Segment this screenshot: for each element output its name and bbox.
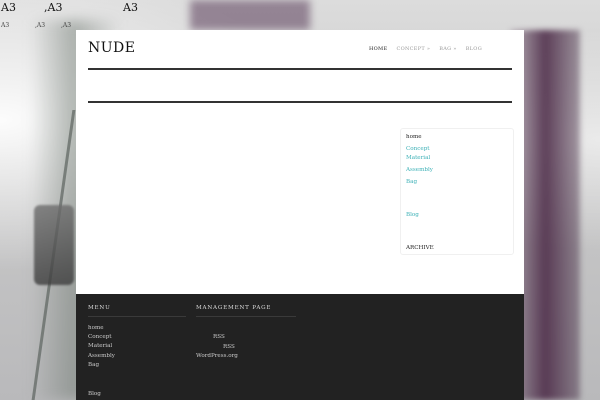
nav-bag[interactable]: BAG » [439,46,456,52]
footer-management-divider [196,316,296,317]
sidebar-widget: home Concept Material Assembly Bag Blog … [400,128,514,255]
nav-blog[interactable]: BLOG [466,46,482,52]
sidebar-link-material[interactable]: Material [406,155,430,161]
footer-menu-assembly[interactable]: Assembly [88,353,115,359]
footer-menu-divider [88,316,186,317]
footer-menu-bag[interactable]: Bag [88,362,99,368]
background-purple-top [190,0,310,30]
nav-concept[interactable]: CONCEPT » [396,46,430,52]
footer-rss-link-2[interactable]: RSS [223,344,235,350]
background-clip [34,205,74,285]
sidebar-link-assembly[interactable]: Assembly [406,167,433,173]
footer-wordpress-link[interactable]: WordPress.org [196,353,238,359]
stray-text-1: A3 [1,1,16,14]
site-logo[interactable]: NUDE [88,40,136,56]
sidebar-link-concept[interactable]: Concept [406,146,430,152]
main-nav: HOME CONCEPT » BAG » BLOG [369,46,482,52]
footer-menu-home[interactable]: home [88,325,104,331]
footer-menu-material[interactable]: Material [88,343,112,349]
stray-text-2: ,A3 [44,1,63,14]
header-rule-bottom [88,101,512,103]
footer-rss-link-1[interactable]: RSS [213,334,225,340]
sidebar-heading: home [406,134,422,140]
footer-menu-title: MENU [88,305,111,311]
footer-management-title: MANAGEMENT PAGE [196,305,272,311]
stray-small-2: ,A3 [35,22,46,29]
sidebar-archive-heading: ARCHIVE [406,245,434,251]
stray-text-3: A3 [123,1,138,14]
footer-menu-blog[interactable]: Blog [88,391,101,397]
sidebar-link-bag[interactable]: Bag [406,179,417,185]
header-rule-top [88,68,512,70]
footer-menu-concept[interactable]: Concept [88,334,112,340]
sidebar-link-blog[interactable]: Blog [406,212,419,218]
page-container: NUDE HOME CONCEPT » BAG » BLOG home Conc… [76,30,524,294]
site-footer: MENU home Concept Material Assembly Bag … [76,294,524,400]
stray-small-1: A3 [1,22,10,29]
nav-home[interactable]: HOME [369,46,387,52]
stray-small-3: ,A3 [61,22,72,29]
